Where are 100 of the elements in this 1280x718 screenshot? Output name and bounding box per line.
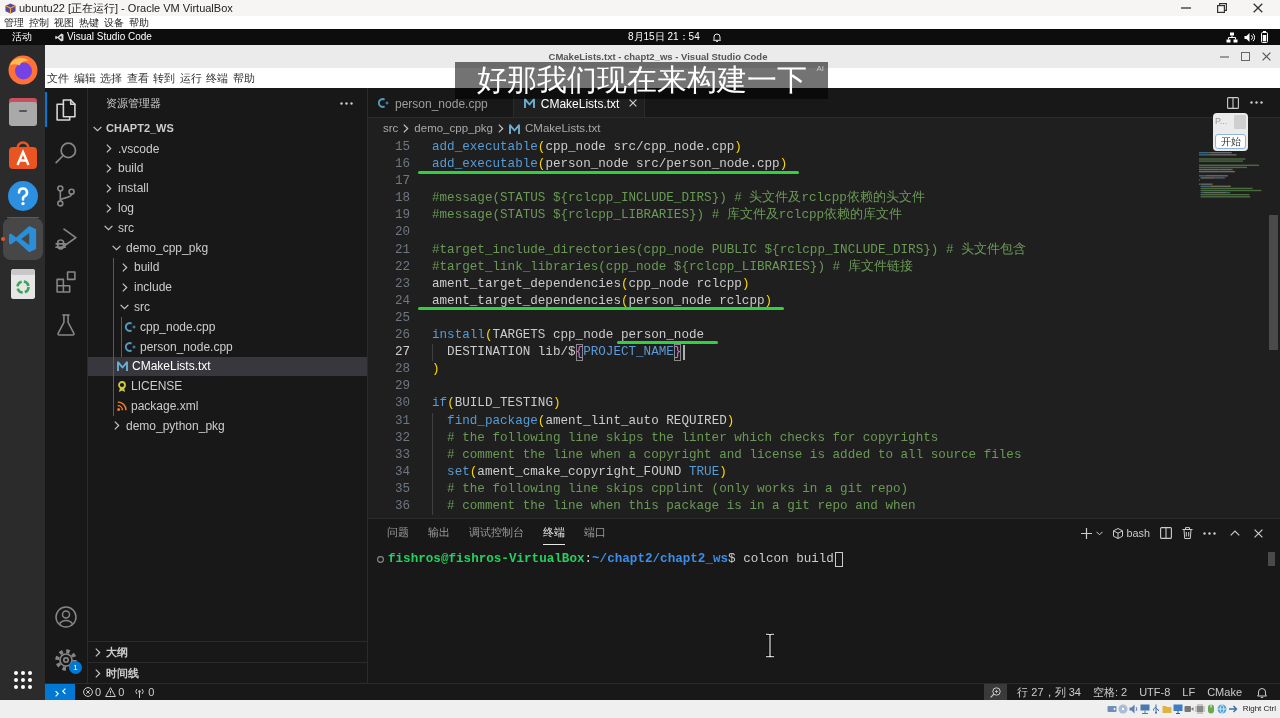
tree-item[interactable]: person_node.cpp bbox=[88, 336, 367, 357]
tree-item[interactable]: build bbox=[88, 257, 367, 278]
tree-item[interactable]: build bbox=[88, 158, 367, 179]
restore-icon[interactable] bbox=[1217, 3, 1227, 13]
tree-item[interactable]: demo_cpp_pkg bbox=[88, 237, 367, 258]
menu-item[interactable]: 热键 bbox=[79, 17, 99, 28]
maximize-icon[interactable] bbox=[1241, 52, 1250, 61]
split-icon[interactable] bbox=[1160, 527, 1172, 539]
c-plus-icon bbox=[378, 97, 389, 108]
panel-tab[interactable]: 终端 bbox=[543, 521, 565, 545]
menu-item[interactable]: 运行 bbox=[179, 72, 202, 84]
scrollbar-thumb[interactable] bbox=[1268, 552, 1275, 566]
more-icon[interactable] bbox=[1250, 101, 1263, 104]
minimap bbox=[1198, 152, 1262, 199]
camera-icon[interactable] bbox=[1183, 704, 1194, 714]
trash-icon[interactable] bbox=[1182, 527, 1193, 539]
close-icon[interactable] bbox=[1262, 52, 1271, 61]
section-header[interactable]: 大纲 bbox=[88, 641, 367, 662]
account-icon[interactable] bbox=[55, 605, 77, 628]
tree-item[interactable]: LICENSE bbox=[88, 376, 367, 397]
panel-tab[interactable]: 输出 bbox=[428, 521, 450, 545]
menu-item[interactable]: 帮助 bbox=[129, 17, 149, 28]
branch-icon[interactable] bbox=[55, 184, 77, 207]
menu-item[interactable]: 选择 bbox=[100, 72, 122, 84]
tree-item[interactable]: demo_python_pkg bbox=[88, 415, 367, 436]
problems-button[interactable]: 0 0 bbox=[83, 686, 125, 698]
status-item[interactable]: UTF-8 bbox=[1139, 686, 1171, 698]
blocks-icon[interactable] bbox=[55, 270, 77, 293]
app-menu[interactable]: Visual Studio Code bbox=[67, 32, 152, 42]
terminal-profile-button[interactable]: bash bbox=[1112, 527, 1150, 539]
status-item[interactable]: 空格: 2 bbox=[1092, 686, 1128, 698]
usb-icon[interactable] bbox=[1150, 704, 1161, 714]
menu-item[interactable]: 视图 bbox=[54, 17, 74, 28]
tree-item[interactable]: src bbox=[88, 297, 367, 317]
status-item[interactable]: LF bbox=[1182, 686, 1196, 698]
grid-icon[interactable] bbox=[13, 671, 32, 689]
bell-icon[interactable] bbox=[1257, 686, 1267, 698]
remote-button[interactable] bbox=[45, 684, 75, 700]
tree-item[interactable]: cpp_node.cpp bbox=[88, 316, 367, 337]
menu-item[interactable]: 设备 bbox=[104, 17, 124, 28]
activities-button[interactable]: 活动 bbox=[12, 32, 32, 42]
folder-icon[interactable] bbox=[7, 98, 38, 126]
menu-item[interactable]: 转到 bbox=[153, 72, 175, 84]
zoom-button[interactable] bbox=[984, 684, 1008, 700]
bag-icon[interactable] bbox=[8, 139, 37, 169]
chevron-up-icon[interactable] bbox=[1230, 530, 1240, 536]
question-icon[interactable] bbox=[7, 181, 38, 211]
breadcrumb-item[interactable]: src bbox=[383, 122, 399, 135]
ports-button[interactable]: 0 bbox=[134, 686, 155, 698]
scrollbar-thumb[interactable] bbox=[1268, 215, 1278, 350]
tree-item[interactable]: install bbox=[88, 178, 367, 199]
panel-tab[interactable]: 问题 bbox=[387, 521, 409, 545]
plus-icon[interactable] bbox=[1080, 527, 1092, 539]
play-bug-icon[interactable] bbox=[55, 227, 77, 250]
menu-item[interactable]: 终端 bbox=[206, 72, 228, 84]
code-editor-icon[interactable] bbox=[7, 224, 38, 254]
arrow-icon[interactable] bbox=[1227, 704, 1238, 714]
globe-icon[interactable] bbox=[7, 55, 38, 85]
status-item[interactable]: CMake bbox=[1207, 686, 1242, 698]
menu-item[interactable]: 管理 bbox=[4, 17, 24, 28]
code-token: TARGETS cpp_node bbox=[492, 327, 615, 345]
files-icon[interactable] bbox=[55, 98, 77, 121]
line-number: 17 bbox=[393, 173, 410, 191]
speaker-icon[interactable] bbox=[1244, 31, 1255, 43]
more-icon[interactable] bbox=[1203, 531, 1216, 535]
menu-item[interactable]: 文件 bbox=[47, 72, 69, 84]
network-icon[interactable] bbox=[1226, 31, 1238, 43]
chip-icon[interactable] bbox=[1194, 704, 1205, 714]
flask-icon[interactable] bbox=[55, 313, 77, 336]
tree-item[interactable]: .vscode bbox=[88, 138, 367, 159]
menu-item[interactable]: 查看 bbox=[126, 72, 149, 84]
chevron-down-icon[interactable] bbox=[1095, 530, 1103, 536]
more-icon[interactable] bbox=[340, 102, 353, 105]
menu-item[interactable]: 帮助 bbox=[232, 72, 255, 84]
close-icon[interactable] bbox=[1253, 3, 1263, 13]
status-item[interactable]: 行 27，列 34 bbox=[1017, 686, 1081, 698]
search-icon[interactable] bbox=[55, 141, 77, 164]
monitor-icon[interactable] bbox=[1172, 704, 1183, 714]
start-button[interactable]: 开始 bbox=[1215, 134, 1246, 149]
battery-icon[interactable] bbox=[1261, 31, 1268, 43]
panel-tab[interactable]: 调试控制台 bbox=[469, 521, 524, 545]
menu-item[interactable]: 编辑 bbox=[73, 72, 96, 84]
split-icon[interactable] bbox=[1227, 96, 1239, 109]
trash-icon[interactable] bbox=[10, 269, 35, 299]
remote-icon bbox=[54, 687, 66, 697]
tree-item[interactable]: package.xml bbox=[88, 396, 367, 416]
breadcrumb-item[interactable]: demo_cpp_pkg bbox=[414, 122, 493, 135]
tree-item[interactable]: src bbox=[88, 218, 367, 238]
tree-item[interactable]: CHAPT2_WS bbox=[88, 119, 367, 139]
tree-item[interactable]: log bbox=[88, 198, 367, 218]
menu-item[interactable]: 控制 bbox=[29, 17, 49, 28]
line-number: 31 bbox=[393, 412, 410, 430]
settings-icon[interactable] bbox=[55, 648, 77, 671]
clock[interactable]: 8月15日 21：54 bbox=[628, 32, 700, 42]
tree-item[interactable]: include bbox=[88, 277, 367, 298]
breadcrumb-item[interactable]: CMakeLists.txt bbox=[509, 122, 601, 135]
c-plus-icon bbox=[125, 341, 136, 352]
tree-item[interactable]: CMakeLists.txt bbox=[88, 356, 367, 377]
panel-tab[interactable]: 端口 bbox=[584, 521, 606, 545]
bell-icon bbox=[712, 32, 721, 42]
